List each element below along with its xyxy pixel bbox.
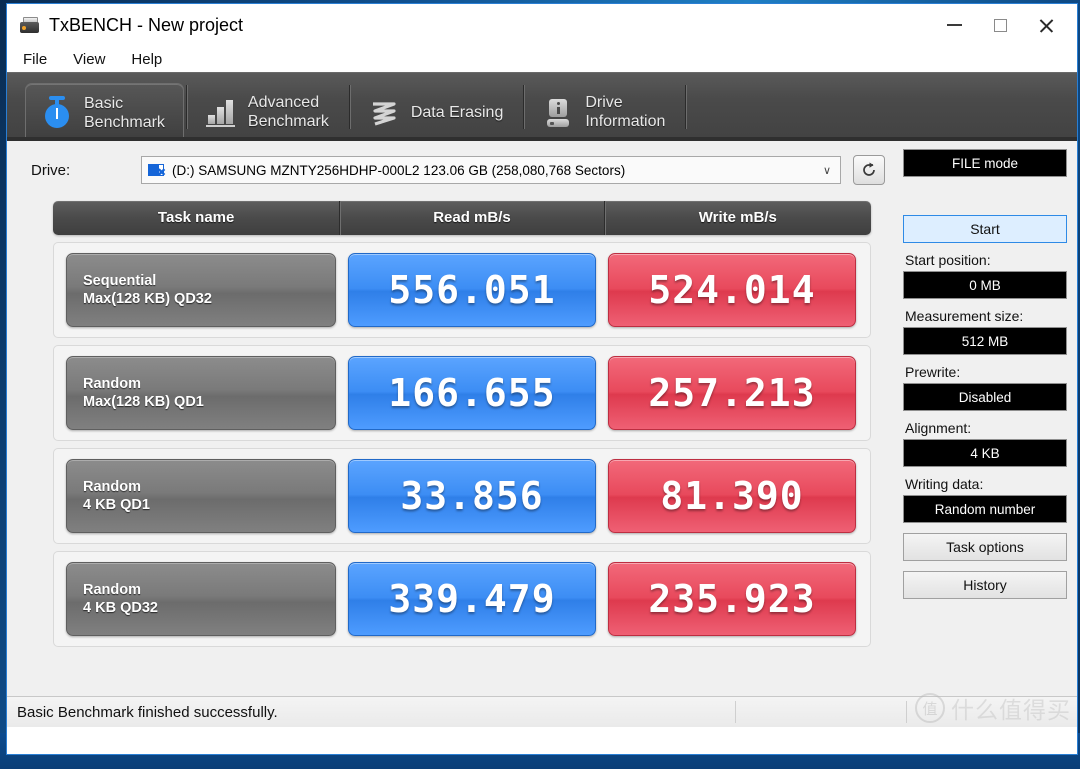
alignment-value[interactable]: 4 KB <box>903 439 1067 467</box>
bar-chart-icon <box>204 94 238 130</box>
watermark-badge: 值 <box>915 693 945 723</box>
watermark: 值 什么值得买 <box>915 691 1071 725</box>
main-content: Drive: ✖ (D:) SAMSUNG MZNTY256HDHP-000L2… <box>7 141 1077 727</box>
file-mode-button[interactable]: FILE mode <box>903 149 1067 177</box>
tab-basic-benchmark[interactable]: Basic Benchmark <box>25 83 184 141</box>
window-controls <box>931 10 1069 40</box>
tab-advanced-benchmark-label: Advanced Benchmark <box>247 94 329 130</box>
start-position-label: Start position: <box>905 252 991 268</box>
tab-separator <box>348 85 351 129</box>
column-header-task-name: Task name <box>157 209 235 226</box>
start-button[interactable]: Start <box>903 215 1067 243</box>
window-title: TxBENCH - New project <box>49 14 244 35</box>
tab-separator <box>523 85 526 129</box>
tab-drive-information-label: Drive Information <box>585 94 666 130</box>
tab-drive-information[interactable]: Drive Information <box>527 83 683 141</box>
start-position-value[interactable]: 0 MB <box>903 271 1067 299</box>
column-header-read: Read mB/s <box>339 201 603 235</box>
title-bar: TxBENCH - New project <box>7 4 1077 46</box>
read-value-cell: 33.856 <box>348 459 596 533</box>
tab-separator <box>185 85 188 129</box>
tab-separator <box>685 85 688 129</box>
settings-sidebar: FILE mode Start Start position: 0 MB Mea… <box>903 149 1067 599</box>
refresh-icon <box>863 162 875 176</box>
read-value-cell: 556.051 <box>348 253 596 327</box>
drive-glyph-icon: ✖ <box>148 163 166 178</box>
status-divider <box>735 701 736 723</box>
task-name-cell[interactable]: Random 4 KB QD1 <box>66 459 336 533</box>
writing-data-label: Writing data: <box>905 476 984 492</box>
prewrite-value[interactable]: Disabled <box>903 383 1067 411</box>
refresh-button[interactable] <box>853 155 885 185</box>
drive-select[interactable]: ✖ (D:) SAMSUNG MZNTY256HDHP-000L2 123.06… <box>141 156 841 184</box>
application-window: TxBENCH - New project File View Help Bas… <box>6 3 1078 755</box>
watermark-text: 什么值得买 <box>951 697 1071 723</box>
erase-icon <box>367 94 401 130</box>
status-divider <box>906 701 907 723</box>
status-bar: Basic Benchmark finished successfully. 值… <box>7 693 1077 727</box>
task-name-line2: 4 KB QD32 <box>83 600 158 616</box>
read-value-cell: 339.479 <box>348 562 596 636</box>
column-header-write: Write mB/s <box>603 201 871 235</box>
minimize-button[interactable] <box>931 10 977 40</box>
tab-advanced-benchmark[interactable]: Advanced Benchmark <box>190 83 347 141</box>
close-button[interactable] <box>1023 10 1069 40</box>
task-name-line2: Max(128 KB) QD32 <box>83 291 212 307</box>
task-options-button[interactable]: Task options <box>903 533 1067 561</box>
write-value-cell: 81.390 <box>608 459 856 533</box>
app-drive-icon <box>19 15 41 35</box>
maximize-button[interactable] <box>977 10 1023 40</box>
table-header-row: Task name Read mB/s Write mB/s <box>53 201 871 235</box>
task-name-line2: Max(128 KB) QD1 <box>83 394 204 410</box>
stopwatch-icon <box>40 95 74 131</box>
menu-bar: File View Help <box>7 46 1077 72</box>
write-value-cell: 235.923 <box>608 562 856 636</box>
menu-item-file[interactable]: File <box>21 49 49 70</box>
status-message: Basic Benchmark finished successfully. <box>17 703 278 721</box>
task-name-line1: Random <box>83 479 141 495</box>
tab-basic-benchmark-label: Basic Benchmark <box>84 94 165 131</box>
alignment-label: Alignment: <box>905 420 972 436</box>
prewrite-label: Prewrite: <box>905 364 961 380</box>
tab-strip: Basic Benchmark Advanced Benchmark Data … <box>7 72 1077 141</box>
tab-data-erasing-label: Data Erasing <box>410 103 504 121</box>
table-row: Random Max(128 KB) QD1 166.655 257.213 <box>53 345 871 441</box>
read-value-cell: 166.655 <box>348 356 596 430</box>
drive-selected-value: (D:) SAMSUNG MZNTY256HDHP-000L2 123.06 G… <box>172 162 626 178</box>
tab-data-erasing[interactable]: Data Erasing <box>353 83 522 141</box>
measurement-size-value[interactable]: 512 MB <box>903 327 1067 355</box>
menu-item-view[interactable]: View <box>71 49 107 70</box>
writing-data-value[interactable]: Random number <box>903 495 1067 523</box>
write-value-cell: 524.014 <box>608 253 856 327</box>
task-name-cell[interactable]: Sequential Max(128 KB) QD32 <box>66 253 336 327</box>
drive-info-icon <box>541 94 575 130</box>
task-name-cell[interactable]: Random Max(128 KB) QD1 <box>66 356 336 430</box>
history-button[interactable]: History <box>903 571 1067 599</box>
task-name-line1: Random <box>83 376 141 392</box>
menu-item-help[interactable]: Help <box>129 49 164 70</box>
maximize-icon <box>993 18 1007 32</box>
task-name-line2: 4 KB QD1 <box>83 497 150 513</box>
task-name-line1: Sequential <box>83 273 157 289</box>
results-table: Task name Read mB/s Write mB/s Sequentia… <box>53 201 871 647</box>
write-value-cell: 257.213 <box>608 356 856 430</box>
task-name-line1: Random <box>83 582 141 598</box>
task-name-cell[interactable]: Random 4 KB QD32 <box>66 562 336 636</box>
drive-label: Drive: <box>31 161 71 179</box>
minimize-icon <box>946 24 962 26</box>
close-icon <box>1038 17 1055 34</box>
table-row: Random 4 KB QD1 33.856 81.390 <box>53 448 871 544</box>
chevron-down-icon[interactable]: ∨ <box>814 164 840 177</box>
table-row: Random 4 KB QD32 339.479 235.923 <box>53 551 871 647</box>
measurement-size-label: Measurement size: <box>905 308 1024 324</box>
table-row: Sequential Max(128 KB) QD32 556.051 524.… <box>53 242 871 338</box>
